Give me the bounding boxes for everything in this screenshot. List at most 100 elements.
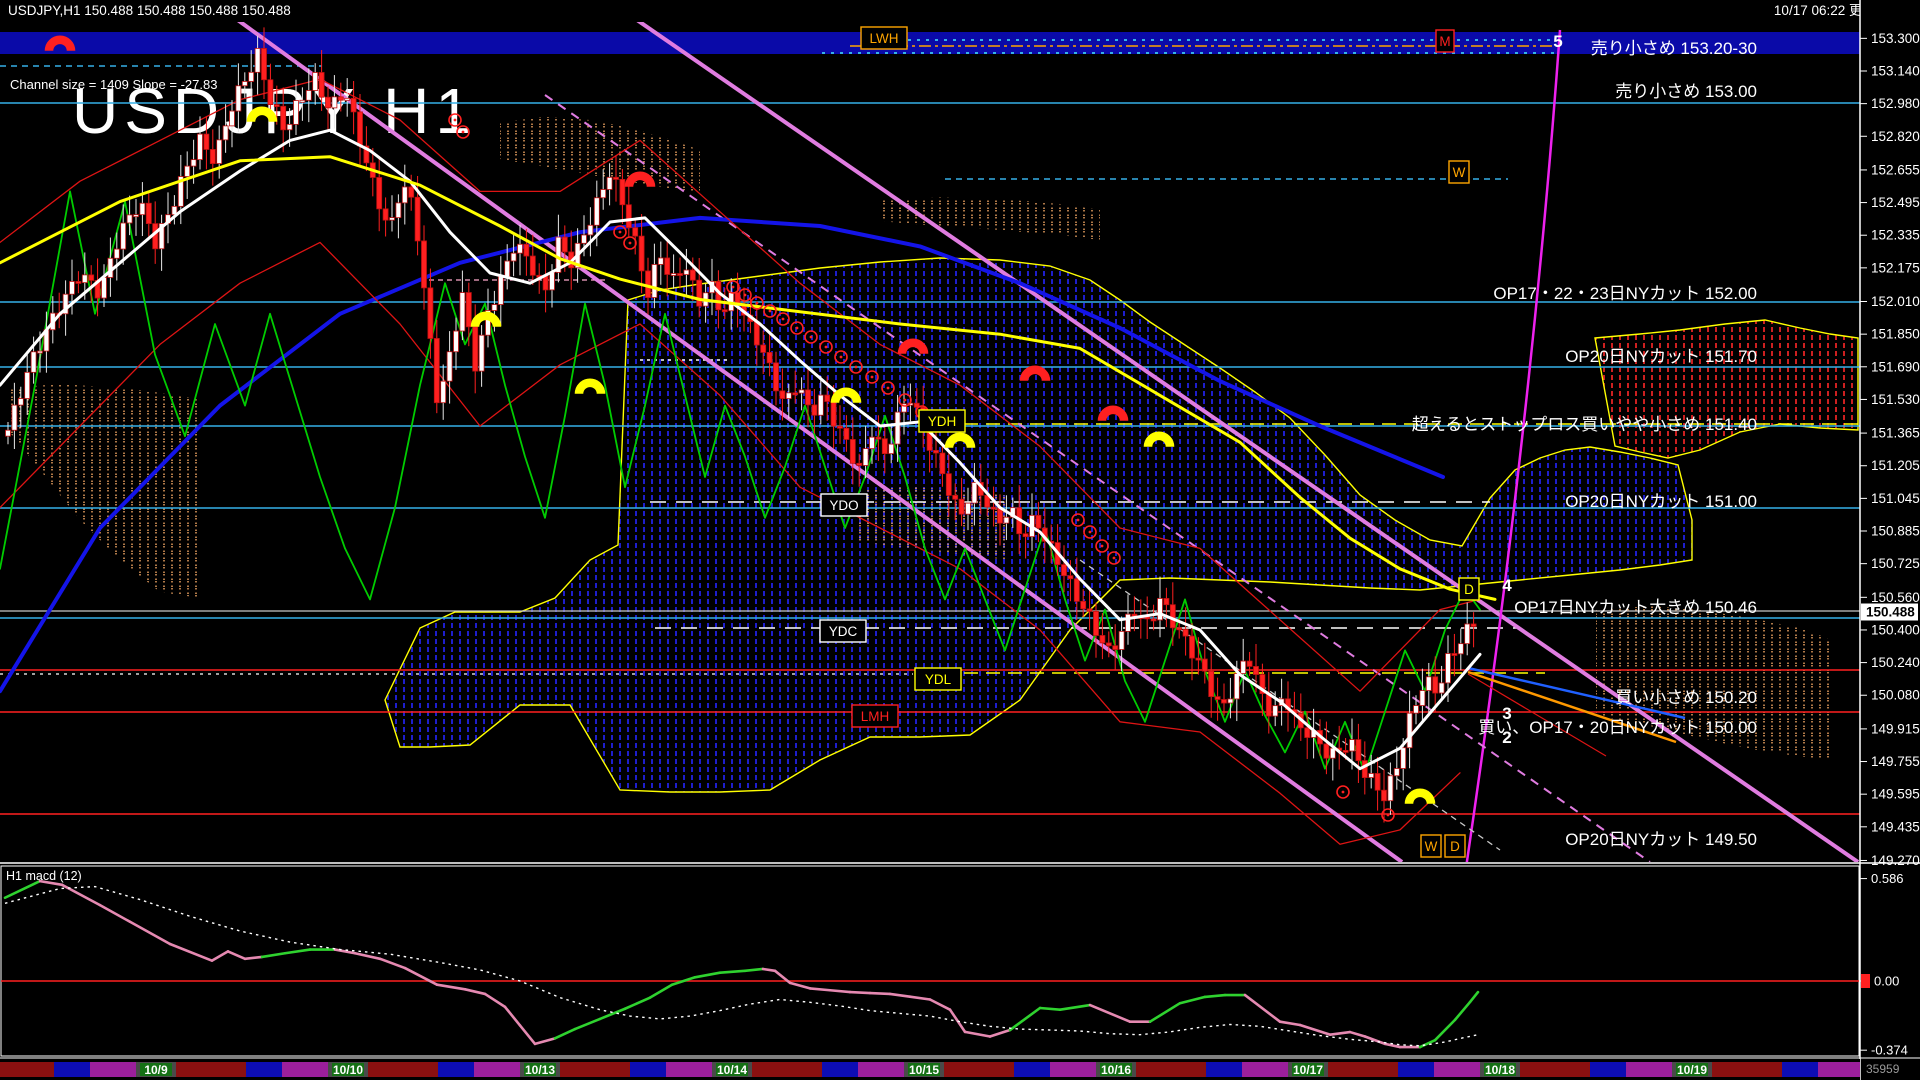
candle-body — [1323, 743, 1330, 759]
date-axis-segment[interactable] — [176, 1062, 246, 1077]
boxed-label-d[interactable]: D — [1444, 834, 1466, 858]
date-label[interactable]: 10/18 — [1485, 1063, 1515, 1077]
date-axis-segment[interactable] — [1136, 1062, 1206, 1077]
boxed-label-d[interactable]: D — [1458, 577, 1480, 601]
boxed-label-ydo[interactable]: YDO — [820, 493, 868, 517]
boxed-label-lwh[interactable]: LWH — [860, 26, 908, 50]
date-axis[interactable]: 10/9 10/10 10/13 10/14 10/15 10/16 10/17 10/18 1… — [0, 1059, 1860, 1080]
candle-body — [267, 79, 274, 106]
candle-body — [5, 429, 11, 437]
date-axis-segment[interactable] — [0, 1062, 54, 1077]
candle-body — [523, 243, 530, 257]
candle-body — [1445, 653, 1451, 684]
boxed-label-lmh[interactable]: LMH — [851, 704, 899, 728]
date-label[interactable]: 10/17 — [1293, 1063, 1323, 1077]
macd-zero-marker — [1861, 974, 1870, 988]
date-label[interactable]: 10/14 — [717, 1063, 747, 1077]
date-axis-segment[interactable] — [368, 1062, 438, 1077]
date-axis-segment[interactable] — [560, 1062, 630, 1077]
boxed-label-text[interactable]: W — [1453, 165, 1466, 180]
boxed-label-text[interactable]: W — [1425, 839, 1438, 854]
price-axis-label: 149.435 — [1871, 819, 1920, 834]
boxed-label-w[interactable]: W — [1448, 160, 1470, 184]
candle-body — [766, 352, 773, 364]
candle-body — [689, 269, 696, 281]
boxed-label-text[interactable]: M — [1439, 34, 1450, 49]
date-axis-segment[interactable] — [1520, 1062, 1590, 1077]
boxed-label-text[interactable]: D — [1450, 839, 1460, 854]
date-label[interactable]: 10/15 — [909, 1063, 939, 1077]
price-axis-label: 149.915 — [1871, 721, 1920, 736]
candle-body — [1080, 600, 1087, 610]
date-axis-segment[interactable] — [1782, 1062, 1818, 1077]
candle-body — [184, 165, 191, 177]
candle-body — [971, 482, 978, 504]
date-label[interactable]: 10/9 — [144, 1063, 168, 1077]
price-annotation: OP17・22・23日NYカット 152.00 — [1493, 284, 1757, 303]
candle-body — [389, 217, 395, 221]
candle-body — [1451, 653, 1458, 656]
date-axis-segment[interactable] — [1590, 1062, 1626, 1077]
boxed-label-w[interactable]: W — [1420, 834, 1442, 858]
chart-surface[interactable]: USDJPY H1 LWH MWYDHYDOYDCYDLLMHDW D 5432 売… — [0, 0, 1920, 1080]
candle-body — [229, 110, 235, 127]
date-axis-segment[interactable] — [90, 1062, 136, 1077]
boxed-label-ydc[interactable]: YDC — [819, 619, 867, 643]
date-axis-segment[interactable] — [438, 1062, 474, 1077]
date-axis-segment[interactable] — [666, 1062, 712, 1077]
date-axis-segment[interactable] — [1050, 1062, 1096, 1077]
date-axis-segment[interactable] — [1818, 1062, 1860, 1077]
candle-body — [357, 111, 363, 147]
boxed-label-text[interactable]: LWH — [870, 31, 899, 46]
boxed-label-text[interactable]: YDO — [829, 498, 858, 513]
candle-body — [619, 178, 626, 206]
boxed-label-text[interactable]: YDC — [829, 624, 858, 639]
price-annotation: OP20日NYカット 151.00 — [1565, 492, 1757, 511]
candle-body — [101, 277, 107, 299]
date-axis-segment[interactable] — [282, 1062, 328, 1077]
date-axis-segment[interactable] — [822, 1062, 858, 1077]
boxed-label-text[interactable]: LMH — [861, 709, 890, 724]
date-axis-segment[interactable] — [54, 1062, 90, 1077]
date-axis-segment[interactable] — [474, 1062, 520, 1077]
candle-body — [1355, 739, 1362, 761]
candle-body — [1233, 673, 1240, 700]
date-label[interactable]: 10/13 — [525, 1063, 555, 1077]
date-axis-segment[interactable] — [1398, 1062, 1434, 1077]
date-axis-segment[interactable] — [1242, 1062, 1288, 1077]
candle-body — [280, 105, 287, 131]
date-axis-segment[interactable] — [858, 1062, 904, 1077]
date-label[interactable]: 10/10 — [333, 1063, 363, 1077]
sell-signal-dot — [743, 293, 747, 297]
date-axis-segment[interactable] — [1712, 1062, 1782, 1077]
sell-signal-dot — [781, 317, 785, 321]
candle-body — [254, 48, 261, 73]
date-axis-segment[interactable] — [752, 1062, 822, 1077]
candle-body — [88, 274, 95, 281]
date-label[interactable]: 10/16 — [1101, 1063, 1131, 1077]
candle-body — [145, 202, 152, 225]
date-axis-segment[interactable] — [1328, 1062, 1398, 1077]
date-axis-segment[interactable] — [1626, 1062, 1672, 1077]
boxed-label-text[interactable]: YDL — [925, 672, 952, 687]
boxed-label-text[interactable]: YDH — [928, 414, 957, 429]
date-axis-segment[interactable] — [1206, 1062, 1242, 1077]
date-axis-segment[interactable] — [630, 1062, 666, 1077]
boxed-label-ydh[interactable]: YDH — [918, 409, 966, 433]
sell-signal-dot — [1088, 530, 1092, 534]
candle-body — [235, 85, 242, 112]
date-axis-segment[interactable] — [246, 1062, 282, 1077]
candle-body — [657, 257, 664, 265]
candle-body — [1061, 564, 1067, 577]
date-label[interactable]: 10/19 — [1677, 1063, 1707, 1077]
boxed-label-text[interactable]: D — [1464, 582, 1474, 597]
boxed-label-ydl[interactable]: YDL — [914, 667, 962, 691]
candle-body — [581, 234, 587, 244]
date-axis-segment[interactable] — [944, 1062, 1014, 1077]
date-axis-segment[interactable] — [1014, 1062, 1050, 1077]
candle-body — [69, 281, 75, 295]
boxed-label-m[interactable]: M — [1435, 29, 1455, 53]
candle-body — [325, 96, 331, 109]
candle-body — [792, 392, 799, 396]
date-axis-segment[interactable] — [1434, 1062, 1480, 1077]
